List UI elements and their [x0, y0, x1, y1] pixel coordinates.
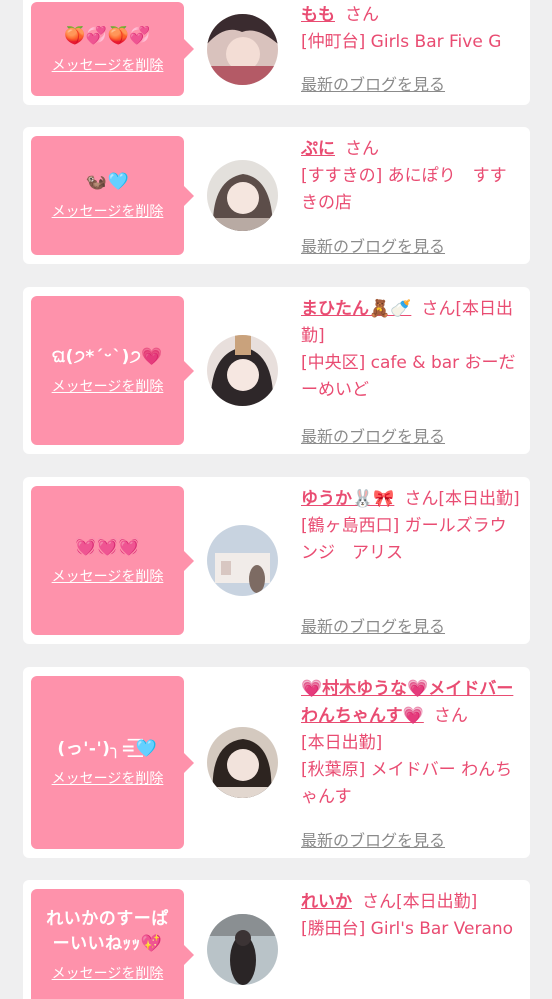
shop-name: [鶴ヶ島西口] ガールズラウンジ アリス: [301, 516, 507, 563]
message-bubble: 💓💓💓 メッセージを削除: [31, 486, 194, 635]
message-card: (っ'-')╮=͟͟͞͞🩵 メッセージを削除 💗村木ゆうな💗メイドバーわんちゃん…: [23, 667, 530, 858]
avatar[interactable]: [207, 914, 278, 985]
shop-name: [すすきの] あにぽり すすきの店: [301, 166, 507, 213]
delete-message-link[interactable]: メッセージを削除: [52, 201, 164, 221]
cast-name-link[interactable]: れいか: [301, 892, 352, 912]
honorific: さん: [404, 489, 439, 509]
latest-blog-link[interactable]: 最新のブログを見る: [301, 827, 445, 851]
avatar[interactable]: [207, 14, 278, 85]
avatar[interactable]: [207, 525, 278, 596]
message-bubble: ଘ(੭*ˊᵕˋ)੭💗 メッセージを削除: [31, 296, 194, 445]
avatar-image: [207, 727, 278, 798]
cast-name-link[interactable]: まひたん🧸🍼: [301, 299, 411, 319]
avatar-image: [207, 525, 278, 596]
message-bubble: (っ'-')╮=͟͟͞͞🩵 メッセージを削除: [31, 676, 194, 849]
work-status: [本日出勤]: [301, 733, 383, 753]
avatar-image: [207, 914, 278, 985]
message-feed: 🍑💞🍑💞 メッセージを削除 もも さん [仲町台] Girls Bar Five …: [0, 0, 552, 999]
cast-info: れいか さん[本日出勤] [勝田台] Girl's Bar Verano: [301, 889, 523, 943]
latest-blog-link[interactable]: 最新のブログを見る: [301, 423, 445, 447]
delete-message-link[interactable]: メッセージを削除: [52, 376, 164, 396]
cast-name-link[interactable]: ゆうか🐰🎀: [301, 489, 394, 509]
message-card: 🍑💞🍑💞 メッセージを削除 もも さん [仲町台] Girls Bar Five …: [23, 0, 530, 105]
avatar-image: [207, 335, 278, 406]
message-card: 🦦🩵 メッセージを削除 ぷに さん [すすきの] あにぽり すすきの店 最新のブロ…: [23, 127, 530, 264]
latest-blog-link[interactable]: 最新のブログを見る: [301, 71, 445, 95]
honorific: さん: [362, 892, 396, 912]
delete-message-link[interactable]: メッセージを削除: [52, 566, 164, 586]
shop-name: [勝田台] Girl's Bar Verano: [301, 919, 514, 939]
avatar[interactable]: [207, 160, 278, 231]
cast-info: ぷに さん [すすきの] あにぽり すすきの店: [301, 136, 523, 217]
cast-info: ゆうか🐰🎀 さん[本日出勤] [鶴ヶ島西口] ガールズラウンジ アリス: [301, 486, 523, 567]
cast-info: 💗村木ゆうな💗メイドバーわんちゃんす💗 さん [本日出勤] [秋葉原] メイドバー…: [301, 676, 523, 811]
message-card: ଘ(੭*ˊᵕˋ)੭💗 メッセージを削除 まひたん🧸🍼 さん[本日出勤] [中央区]…: [23, 287, 530, 454]
work-status: [本日出勤]: [396, 892, 478, 912]
avatar-image: [207, 160, 278, 231]
honorific: さん: [433, 706, 468, 726]
honorific: さん: [421, 299, 456, 319]
avatar[interactable]: [207, 335, 278, 406]
message-bubble: れいかのすーぱーいいねｯｯ💖 メッセージを削除: [31, 889, 194, 999]
shop-name: [中央区] cafe & bar おーだーめいど: [301, 353, 516, 400]
cast-info: もも さん [仲町台] Girls Bar Five G: [301, 2, 523, 56]
message-card: れいかのすーぱーいいねｯｯ💖 メッセージを削除 れいか さん[本日出勤] [勝田台…: [23, 880, 530, 999]
honorific: さん: [345, 139, 379, 159]
cast-name-link[interactable]: ぷに: [301, 139, 335, 159]
message-card: 💓💓💓 メッセージを削除 ゆうか🐰🎀 さん[本日出勤] [鶴ヶ島西口] ガールズラ…: [23, 477, 530, 644]
message-text: 💓💓💓: [74, 537, 140, 557]
latest-blog-link[interactable]: 最新のブログを見る: [301, 613, 445, 637]
cast-name-link[interactable]: もも: [301, 5, 335, 25]
message-text: 🍑💞🍑💞: [64, 25, 151, 46]
message-text: (っ'-')╮=͟͟͞͞🩵: [57, 739, 158, 759]
cast-name-link[interactable]: 💗村木ゆうな💗メイドバーわんちゃんす💗: [301, 679, 513, 726]
message-bubble: 🦦🩵 メッセージを削除: [31, 136, 194, 255]
delete-message-link[interactable]: メッセージを削除: [52, 963, 164, 983]
message-text: 🦦🩵: [85, 172, 130, 192]
work-status: [本日出勤]: [438, 489, 520, 509]
message-bubble: 🍑💞🍑💞 メッセージを削除: [31, 2, 194, 96]
latest-blog-link[interactable]: 最新のブログを見る: [301, 233, 445, 257]
delete-message-link[interactable]: メッセージを削除: [52, 55, 164, 75]
cast-info: まひたん🧸🍼 さん[本日出勤] [中央区] cafe & bar おーだーめいど: [301, 296, 523, 404]
shop-name: [秋葉原] メイドバー わんちゃんす: [301, 760, 513, 807]
avatar[interactable]: [207, 727, 278, 798]
honorific: さん: [345, 5, 379, 25]
avatar-image: [207, 14, 278, 85]
delete-message-link[interactable]: メッセージを削除: [52, 768, 164, 788]
message-text: ଘ(੭*ˊᵕˋ)੭💗: [52, 347, 163, 367]
message-text: れいかのすーぱーいいねｯｯ💖: [46, 909, 169, 954]
shop-name: [仲町台] Girls Bar Five G: [301, 32, 502, 52]
